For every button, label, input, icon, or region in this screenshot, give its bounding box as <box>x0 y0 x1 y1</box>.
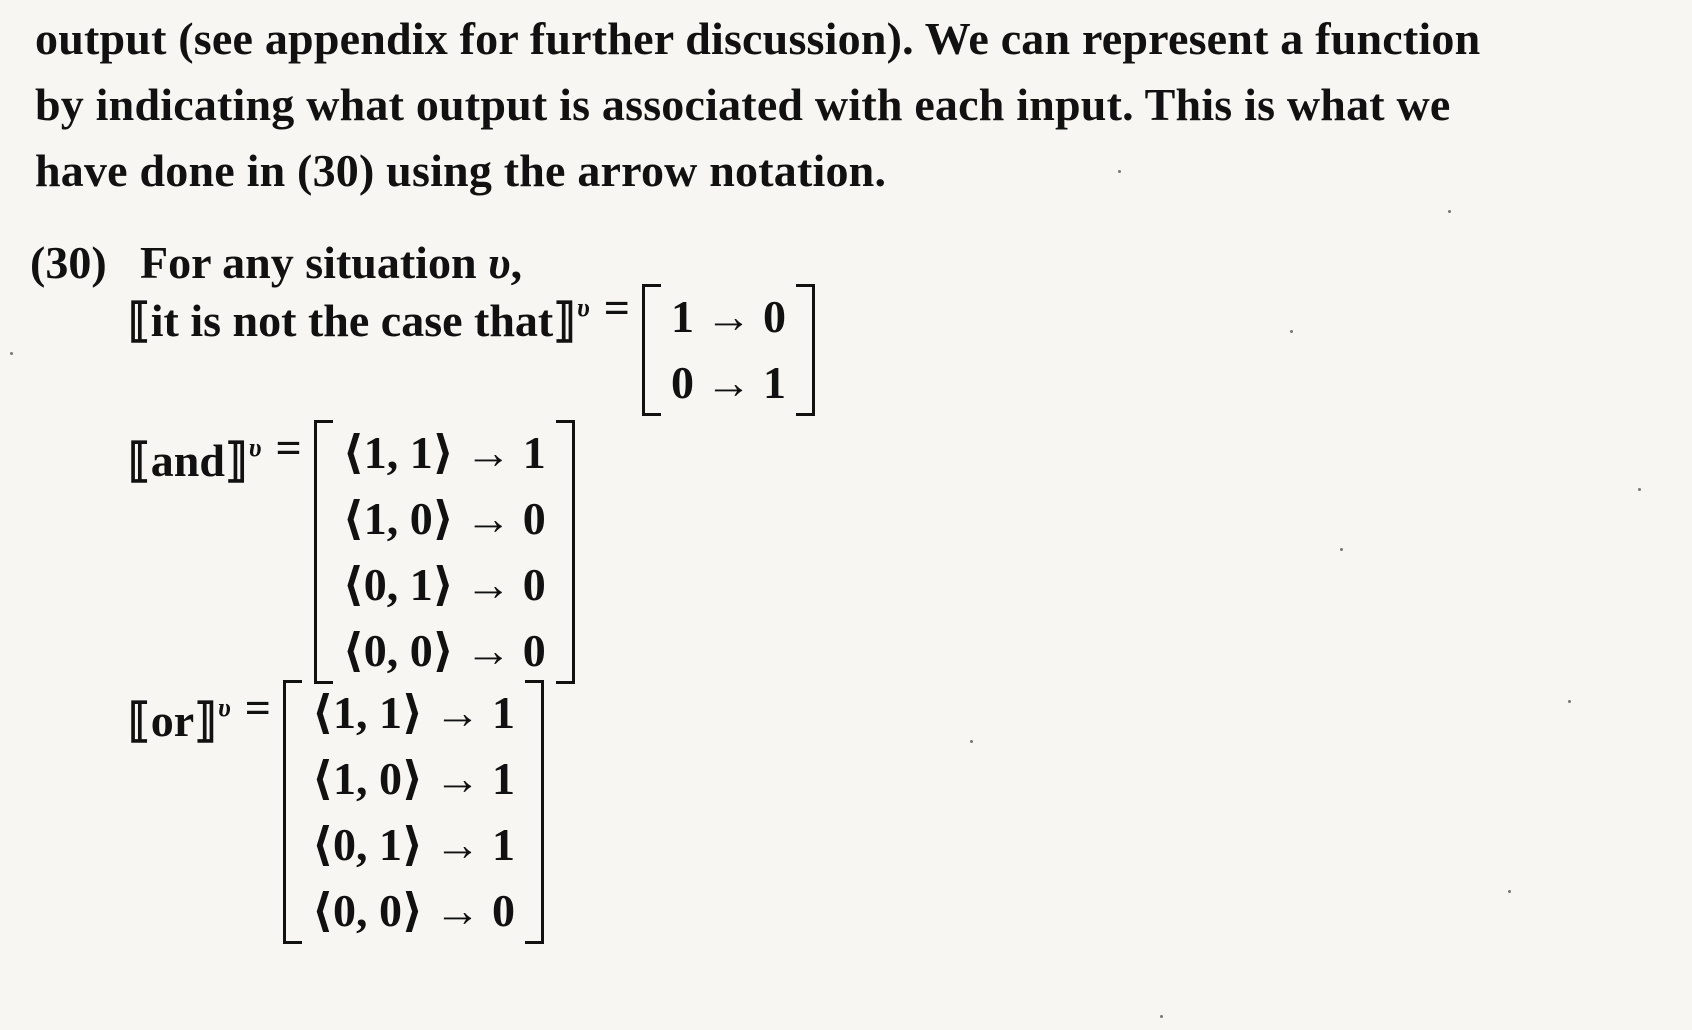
matrix-row: ⟨0, 0⟩ → 0 <box>311 885 515 936</box>
matrix-row: 1 → 0 <box>670 291 786 342</box>
scan-speck <box>1448 210 1451 213</box>
matrix-row: ⟨1, 0⟩ → 0 <box>342 493 546 544</box>
scan-speck <box>10 352 13 355</box>
scanned-page: output (see appendix for further discuss… <box>0 0 1692 1030</box>
right-bracket <box>795 284 815 416</box>
or-equals: = <box>244 682 271 733</box>
negation-matrix: 1 → 0 0 → 1 <box>641 284 815 416</box>
scan-speck <box>1508 890 1511 893</box>
scan-speck <box>1118 170 1121 173</box>
scan-speck <box>1568 700 1571 703</box>
or-lhs: ⟦or⟧υ <box>128 678 231 751</box>
scan-speck <box>1160 1015 1163 1018</box>
matrix-row: ⟨1, 1⟩ → 1 <box>342 427 546 478</box>
example-number: (30) <box>30 237 107 288</box>
matrix-row: ⟨0, 1⟩ → 0 <box>342 559 546 610</box>
negation-equals: = <box>603 282 630 333</box>
negation-lhs-text: ⟦it is not the case that⟧ <box>128 295 577 346</box>
matrix-rows: 1 → 0 0 → 1 <box>661 284 796 416</box>
matrix-rows: ⟨1, 1⟩ → 1 ⟨1, 0⟩ → 0 ⟨0, 1⟩ → 0 ⟨0, 0⟩ … <box>333 420 556 684</box>
left-bracket <box>282 680 302 944</box>
matrix-row: ⟨0, 1⟩ → 1 <box>311 819 515 870</box>
right-bracket <box>524 680 544 944</box>
body-paragraph: output (see appendix for further discuss… <box>35 6 1635 204</box>
scan-speck <box>1290 330 1293 333</box>
left-bracket <box>641 284 661 416</box>
matrix-row: ⟨1, 1⟩ → 1 <box>311 687 515 738</box>
scan-speck <box>1638 488 1641 491</box>
scan-speck <box>970 740 973 743</box>
negation-definition: ⟦it is not the case that⟧υ = 1 → 0 0 → 1 <box>128 278 815 416</box>
matrix-rows: ⟨1, 1⟩ → 1 ⟨1, 0⟩ → 1 ⟨0, 1⟩ → 1 ⟨0, 0⟩ … <box>302 680 525 944</box>
and-superscript: υ <box>248 433 262 462</box>
left-bracket <box>313 420 333 684</box>
and-lhs-text: ⟦and⟧ <box>128 435 248 486</box>
right-bracket <box>555 420 575 684</box>
paragraph-line: by indicating what output is associated … <box>35 79 1451 130</box>
negation-lhs: ⟦it is not the case that⟧υ <box>128 278 590 351</box>
matrix-row: ⟨1, 0⟩ → 1 <box>311 753 515 804</box>
or-lhs-text: ⟦or⟧ <box>128 695 217 746</box>
or-superscript: υ <box>217 693 231 722</box>
and-matrix: ⟨1, 1⟩ → 1 ⟨1, 0⟩ → 0 ⟨0, 1⟩ → 0 ⟨0, 0⟩ … <box>313 420 575 684</box>
matrix-row: ⟨0, 0⟩ → 0 <box>342 625 546 676</box>
paragraph-line: output (see appendix for further discuss… <box>35 13 1481 64</box>
scan-speck <box>1340 548 1343 551</box>
matrix-row: 0 → 1 <box>670 357 786 408</box>
paragraph-line: have done in (30) using the arrow notati… <box>35 145 887 196</box>
or-matrix: ⟨1, 1⟩ → 1 ⟨1, 0⟩ → 1 ⟨0, 1⟩ → 1 ⟨0, 0⟩ … <box>282 680 544 944</box>
or-definition: ⟦or⟧υ = ⟨1, 1⟩ → 1 ⟨1, 0⟩ → 1 ⟨0, 1⟩ → 1… <box>128 678 544 944</box>
negation-superscript: υ <box>577 293 590 322</box>
and-lhs: ⟦and⟧υ <box>128 418 261 491</box>
and-definition: ⟦and⟧υ = ⟨1, 1⟩ → 1 ⟨1, 0⟩ → 0 ⟨0, 1⟩ → … <box>128 418 575 684</box>
and-equals: = <box>275 422 302 473</box>
